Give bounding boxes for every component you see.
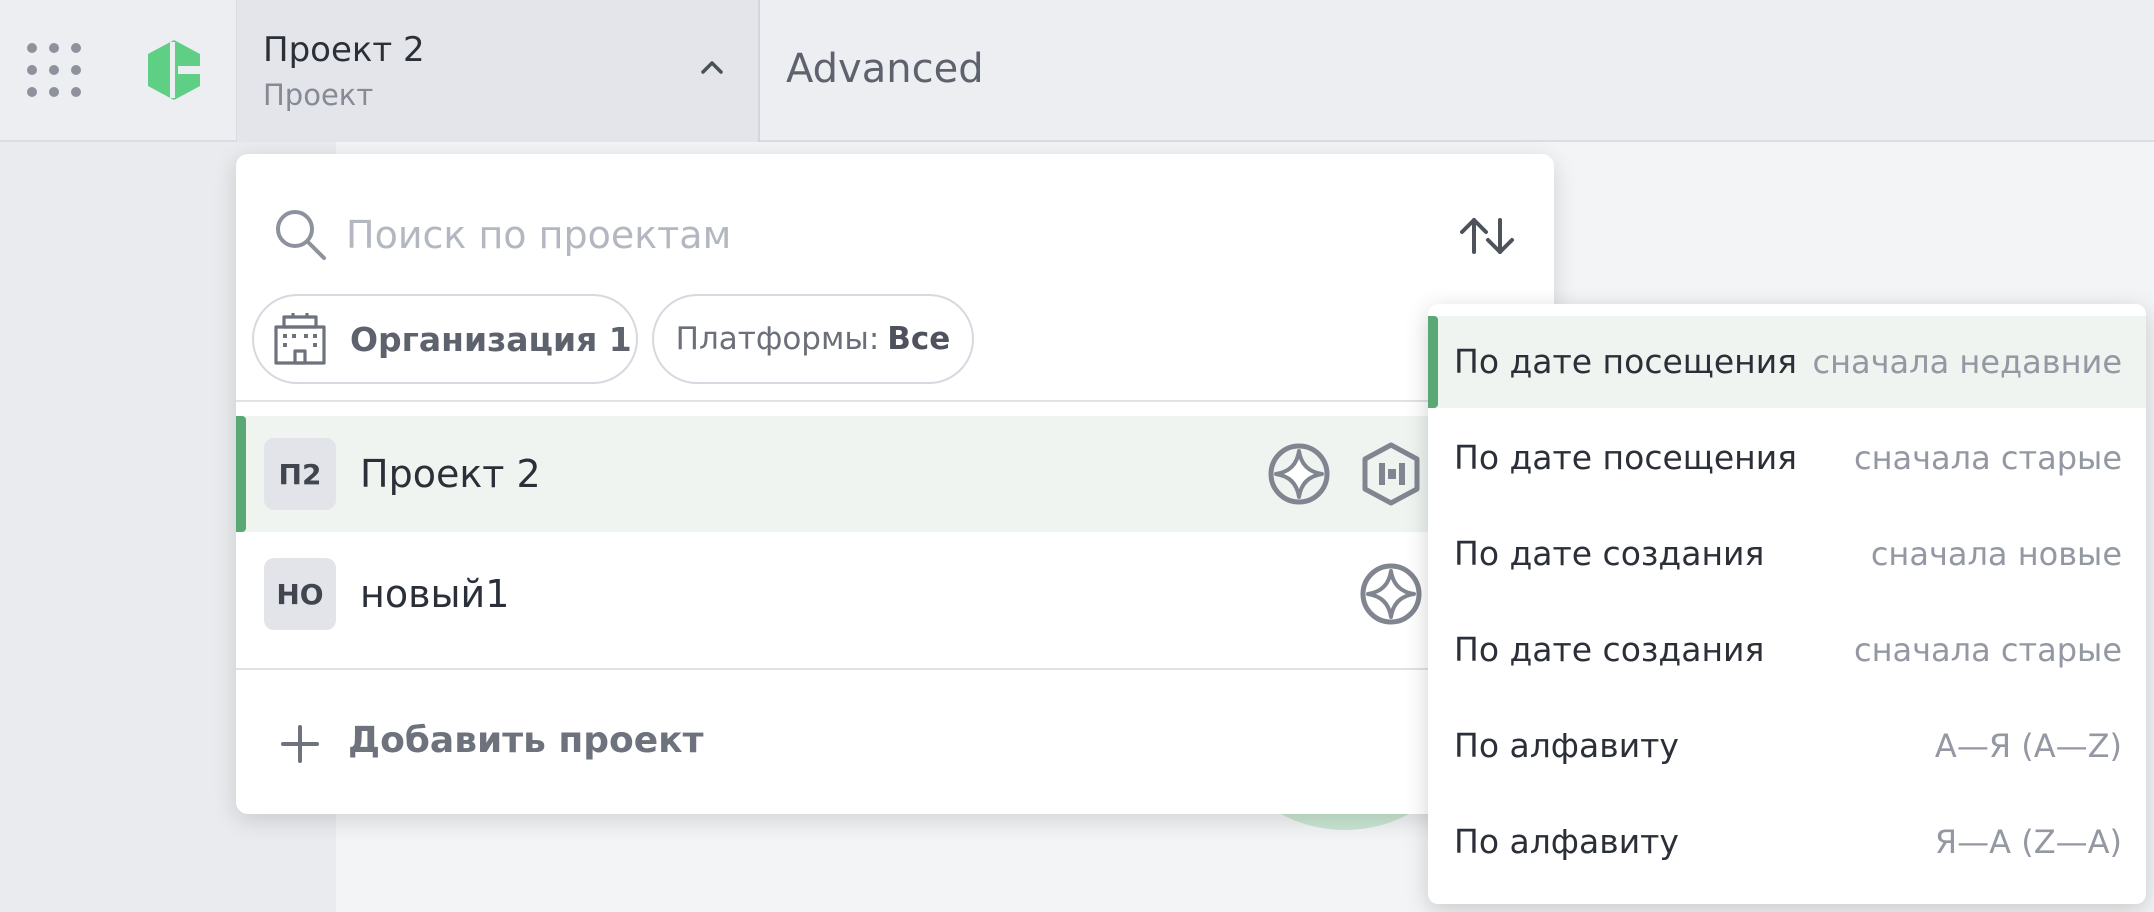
- logo-icon[interactable]: [142, 38, 206, 102]
- diamond-circle-icon: [1360, 563, 1422, 625]
- sort-option-detail: Я—А (Z—A): [1934, 823, 2122, 861]
- top-bar: Проект 2 Проект Advanced: [0, 0, 2154, 142]
- sort-option-detail: А—Я (A—Z): [1934, 727, 2122, 765]
- sort-option-label: По дате создания: [1454, 534, 1765, 573]
- platforms-filter-chip[interactable]: Платформы: Все: [652, 294, 974, 384]
- project-name: Проект 2: [360, 452, 541, 496]
- sort-option-detail: сначала старые: [1854, 631, 2122, 669]
- sort-option-created-new[interactable]: По дате создания сначала новые: [1428, 508, 2146, 600]
- sort-icon[interactable]: [1456, 214, 1518, 258]
- divider: [236, 400, 1554, 402]
- add-project-label: Добавить проект: [348, 720, 704, 761]
- sort-option-detail: сначала недавние: [1812, 343, 2122, 381]
- apps-grid-icon[interactable]: [26, 42, 82, 98]
- selected-indicator: [236, 416, 246, 532]
- organization-chip-label: Организация 1: [350, 319, 632, 359]
- add-project-button[interactable]: Добавить проект: [236, 670, 1554, 814]
- platforms-chip-label: Платформы:: [675, 321, 880, 357]
- sort-option-label: По дате посещения: [1454, 438, 1798, 477]
- chevron-up-icon[interactable]: [697, 55, 727, 79]
- sort-option-label: По дате посещения: [1454, 342, 1798, 381]
- sort-menu: По дате посещения сначала недавние По да…: [1428, 304, 2146, 904]
- building-icon: [274, 313, 326, 365]
- projects-dropdown: Организация 1 Платформы: Все П2 Проект 2…: [236, 154, 1554, 814]
- sort-option-alpha-desc[interactable]: По алфавиту Я—А (Z—A): [1428, 796, 2146, 888]
- project-list-item[interactable]: НО новый1: [236, 536, 1554, 652]
- project-list-item[interactable]: П2 Проект 2: [236, 416, 1554, 532]
- sort-option-detail: сначала старые: [1854, 439, 2122, 477]
- section-title: Advanced: [786, 46, 984, 92]
- sort-option-created-old[interactable]: По дате создания сначала старые: [1428, 604, 2146, 696]
- diamond-circle-icon: [1268, 443, 1330, 505]
- sort-option-label: По алфавиту: [1454, 822, 1679, 861]
- project-name: новый1: [360, 572, 510, 616]
- sort-option-detail: сначала новые: [1870, 535, 2122, 573]
- project-avatar: П2: [264, 438, 336, 510]
- plus-icon: [281, 725, 319, 763]
- sort-option-alpha-asc[interactable]: По алфавиту А—Я (A—Z): [1428, 700, 2146, 792]
- organization-filter-chip[interactable]: Организация 1: [252, 294, 638, 384]
- sort-option-visited-recent[interactable]: По дате посещения сначала недавние: [1428, 316, 2146, 408]
- project-avatar: НО: [264, 558, 336, 630]
- sort-option-label: По алфавиту: [1454, 726, 1679, 765]
- current-project-name: Проект 2: [263, 30, 425, 70]
- hexagon-icon: [1362, 442, 1420, 506]
- platforms-chip-value: Все: [887, 321, 951, 357]
- sort-option-label: По дате создания: [1454, 630, 1765, 669]
- selected-indicator: [1428, 316, 1438, 408]
- current-project-type: Проект: [263, 78, 374, 112]
- search-icon: [276, 210, 326, 260]
- search-row: [236, 154, 1554, 264]
- project-search-input[interactable]: [344, 206, 1168, 264]
- project-switcher[interactable]: Проект 2 Проект: [236, 0, 760, 142]
- sort-option-visited-old[interactable]: По дате посещения сначала старые: [1428, 412, 2146, 504]
